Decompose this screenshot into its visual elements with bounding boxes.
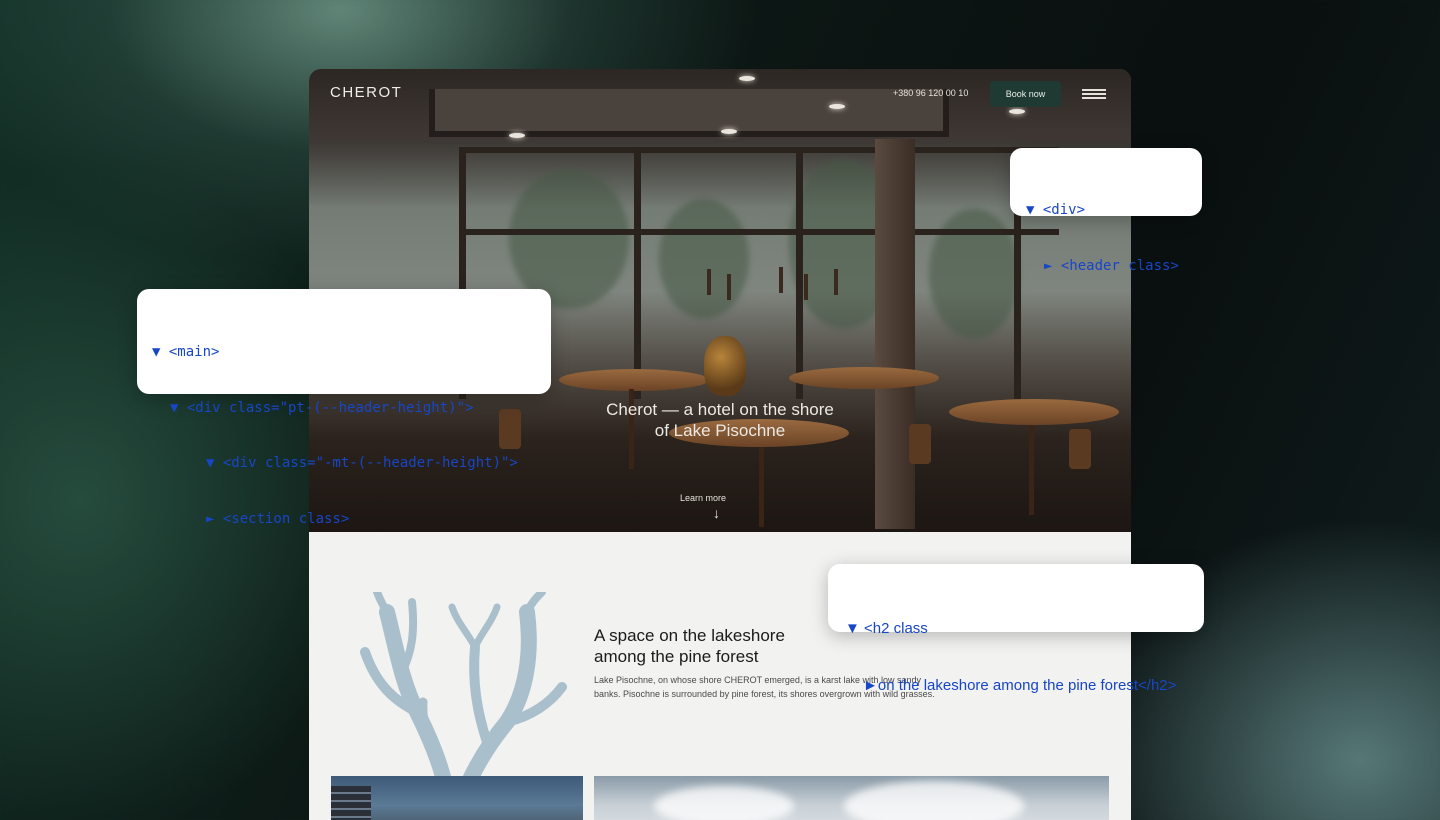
annotation-line: ▼ <div class="-mt-(--header-height)"> <box>206 455 518 471</box>
table-leg <box>1029 425 1034 515</box>
table-leg <box>759 447 764 527</box>
ceiling-light <box>721 129 737 134</box>
hero-title-line: of Lake Pisochne <box>654 421 786 440</box>
learn-more-link[interactable]: Learn more <box>663 493 743 503</box>
site-header: CHEROT +380 96 120 00 10 Book now <box>309 69 1131 119</box>
window-tree <box>659 199 749 319</box>
header-annotation-card: ▼ <div> ► <header class> <box>1010 148 1202 274</box>
annotation-line: ▼ <main> <box>152 344 220 360</box>
pendant-lamp <box>834 269 838 295</box>
window-frame <box>796 149 803 399</box>
chair <box>1069 429 1091 469</box>
dining-table <box>559 369 709 391</box>
window-frame-top <box>459 147 1059 153</box>
annotation-line: ► <header class> <box>1044 257 1179 274</box>
dining-table <box>949 399 1119 425</box>
window-tree <box>509 169 629 309</box>
ceiling-light <box>509 133 525 138</box>
annotation-line: ►on the lakeshore among the pine forest<… <box>863 677 1177 694</box>
hero-title: Cherot — a hotel on the shore of Lake Pi… <box>519 399 921 441</box>
hamburger-menu-icon[interactable] <box>1082 87 1106 101</box>
arrow-down-icon[interactable]: ↓ <box>713 505 720 521</box>
book-now-button[interactable]: Book now <box>990 81 1061 107</box>
dining-table <box>789 367 939 389</box>
site-logo[interactable]: CHEROT <box>330 84 402 101</box>
annotation-line: ▼ <h2 class <box>845 620 928 637</box>
h2-annotation-card: ▼ <h2 class ►on the lakeshore among the … <box>828 564 1204 694</box>
annotation-line: ▼ <div> <box>1026 202 1086 218</box>
pendant-lamp <box>804 274 808 300</box>
pendant-lamp <box>727 274 731 300</box>
window-frame-middle <box>459 229 1059 235</box>
photo-building <box>331 776 583 820</box>
phone-link[interactable]: +380 96 120 00 10 <box>893 88 968 98</box>
photo-sky <box>594 776 1109 820</box>
vase <box>704 336 746 396</box>
annotation-line: ▼ <div class="pt-(--header-height)"> <box>170 399 474 416</box>
pendant-lamp <box>779 267 783 293</box>
main-annotation-card: ▼ <main> ▼ <div class="pt-(--header-heig… <box>137 289 551 527</box>
wooden-column <box>875 139 915 529</box>
annotation-line: ► <section class> <box>206 510 350 527</box>
hero-title-line: Cherot — a hotel on the shore <box>606 400 834 419</box>
pendant-lamp <box>707 269 711 295</box>
window-frame <box>634 149 641 399</box>
